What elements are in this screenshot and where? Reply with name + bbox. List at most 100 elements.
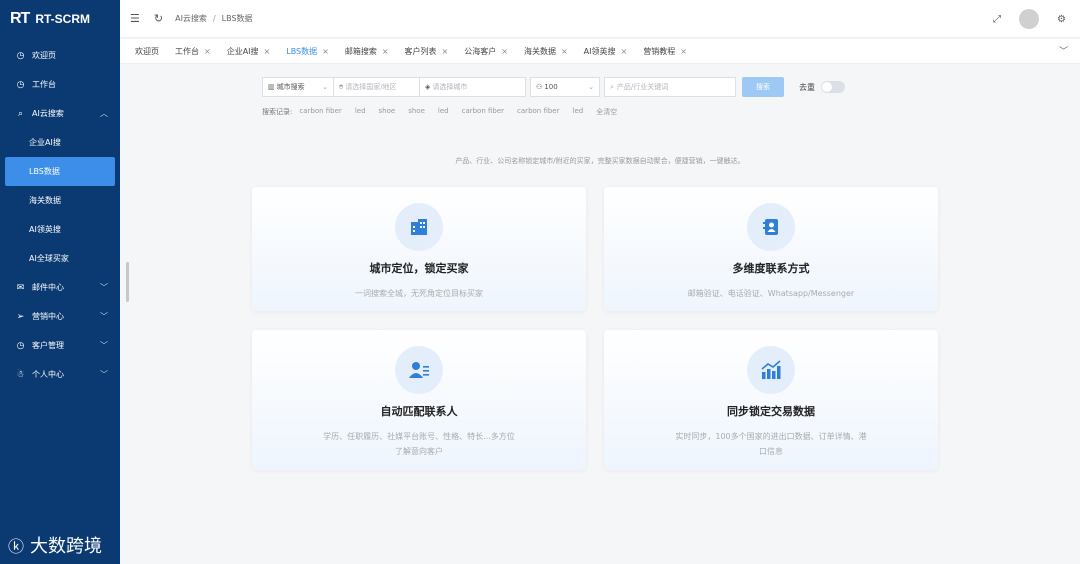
history-item[interactable]: shoe <box>408 107 425 117</box>
sidebar-item-label: 海关数据 <box>29 196 61 205</box>
sidebar-item-label: AI全球买家 <box>29 254 69 263</box>
card-desc: 邮箱验证、电话验证、Whatsapp/Messenger <box>687 289 855 298</box>
close-icon[interactable]: × <box>680 47 687 56</box>
card-title: 城市定位，锁定买家 <box>369 262 469 275</box>
sidebar-item-ai-global-buyers[interactable]: AI全球买家 <box>0 244 120 273</box>
history-item[interactable]: led <box>573 107 584 117</box>
close-icon[interactable]: × <box>204 47 211 56</box>
history-item[interactable]: carbon fiber <box>462 107 504 117</box>
topbar: ☰ ↻ AI云搜索 / LBS数据 ⤢ ⚙ <box>120 0 1080 38</box>
watermark-logo-icon: ⓚ <box>8 539 25 556</box>
history-clear-button[interactable]: 全清空 <box>596 107 617 117</box>
dedup-toggle[interactable] <box>821 81 845 93</box>
tab-public-customers[interactable]: 公海客户 × <box>457 42 515 60</box>
history-item[interactable]: led <box>438 107 449 117</box>
chevron-down-icon[interactable]: ﹀ <box>1059 44 1068 57</box>
feature-card: 多维度联系方式 邮箱验证、电话验证、Whatsapp/Messenger <box>604 187 938 311</box>
breadcrumb-item: LBS数据 <box>221 14 253 23</box>
tab-label: 海关数据 <box>523 46 556 56</box>
tab-marketing-tutorial[interactable]: 营销教程 × <box>636 42 694 60</box>
gear-icon[interactable]: ⚙ <box>1057 14 1066 25</box>
history-item[interactable]: shoe <box>379 107 396 117</box>
card-desc: 一词搜索全城，无死角定位目标买家 <box>355 289 483 298</box>
building-icon: ▥ <box>268 83 275 91</box>
feature-card: 同步锁定交易数据 实时同步，100多个国家的进出口数据、订单详情、港口信息 <box>604 330 938 470</box>
sidebar-item-personal[interactable]: ☃ 个人中心 ﹀ <box>0 360 120 389</box>
tab-label: LBS数据 <box>286 46 318 56</box>
history-item[interactable]: carbon fiber <box>517 107 559 117</box>
search-mode-select[interactable]: ▥ 城市搜索 ⌄ <box>262 77 334 97</box>
tab-customer-list[interactable]: 客户列表 × <box>397 42 456 60</box>
tab-label: 公海客户 <box>464 46 497 56</box>
app-logo[interactable]: RT RT-SCRM <box>0 0 120 38</box>
city-select[interactable]: ◈ 请选择城市 <box>420 77 526 97</box>
sidebar: RT RT-SCRM ◷ 欢迎页 ◷ 工作台 ⌕ AI云搜索 ︿ 企业AI搜 L… <box>0 0 120 564</box>
feature-card: 城市定位，锁定买家 一词搜索全城，无死角定位目标买家 <box>252 187 586 311</box>
tab-email-search[interactable]: 邮箱搜索 × <box>337 42 396 60</box>
close-icon[interactable]: × <box>442 47 449 56</box>
sidebar-scrollbar[interactable] <box>126 262 129 302</box>
chevron-down-icon: ﹀ <box>100 312 108 321</box>
sidebar-item-label: 欢迎页 <box>32 51 56 60</box>
tab-lbs-data[interactable]: LBS数据 × <box>279 42 336 60</box>
menu-toggle-icon[interactable]: ☰ <box>130 12 140 25</box>
people-icon: ⚇ <box>536 83 543 91</box>
send-icon: ➢ <box>16 311 25 322</box>
count-select[interactable]: ⚇ 100 ⌄ <box>530 77 600 97</box>
topbar-actions: ⤢ ⚙ <box>993 9 1066 29</box>
tab-workbench[interactable]: 工作台 × <box>168 42 218 60</box>
sidebar-item-mail-center[interactable]: ✉ 邮件中心 ﹀ <box>0 273 120 302</box>
keyword-input[interactable]: ⌕ 产品/行业关键词 <box>604 77 736 97</box>
close-icon[interactable]: × <box>561 47 568 56</box>
tab-label: AI领英搜 <box>583 46 616 56</box>
sidebar-item-enterprise-ai[interactable]: 企业AI搜 <box>0 128 120 157</box>
search-mode-value: 城市搜索 <box>276 83 305 91</box>
tab-bar: 欢迎页 工作台 × 企业AI搜 × LBS数据 × 邮箱搜索 × 客户列表 × 公海客户 ×… <box>120 39 1080 64</box>
fullscreen-icon[interactable]: ⤢ <box>993 14 1001 25</box>
history-item[interactable]: carbon fiber <box>299 107 341 117</box>
tab-customs-data[interactable]: 海关数据 × <box>516 42 575 60</box>
tab-ai-linkedin[interactable]: AI领英搜 × <box>576 42 635 60</box>
sidebar-item-ai-linkedin[interactable]: AI领英搜 <box>0 215 120 244</box>
sidebar-item-customs-data[interactable]: 海关数据 <box>0 186 120 215</box>
sidebar-item-label: 营销中心 <box>32 312 64 321</box>
tab-label: 企业AI搜 <box>226 46 259 56</box>
breadcrumb: AI云搜索 / LBS数据 <box>175 13 252 24</box>
tab-label: 邮箱搜索 <box>344 46 377 56</box>
tab-label: 客户列表 <box>404 46 437 56</box>
country-select[interactable]: ⌾ 请选择国家/地区 <box>334 77 420 97</box>
count-value: 100 <box>544 83 558 91</box>
card-title: 同步锁定交易数据 <box>727 405 815 418</box>
tab-enterprise-ai[interactable]: 企业AI搜 × <box>219 42 278 60</box>
sidebar-item-ai-search[interactable]: ⌕ AI云搜索 ︿ <box>0 99 120 128</box>
keyword-placeholder: 产品/行业关键词 <box>616 83 669 91</box>
card-desc: 学历、任职履历、社媒平台账号、性格、特长...多方位了解意向客户 <box>323 432 515 456</box>
card-title: 自动匹配联系人 <box>380 405 458 418</box>
person-icon: ☃ <box>16 369 25 380</box>
chevron-up-icon: ︿ <box>100 109 108 118</box>
search-button[interactable]: 搜索 <box>742 77 784 97</box>
sidebar-item-welcome[interactable]: ◷ 欢迎页 <box>0 41 120 70</box>
sidebar-item-marketing[interactable]: ➢ 营销中心 ﹀ <box>0 302 120 331</box>
breadcrumb-item[interactable]: AI云搜索 <box>175 14 207 23</box>
building-icon <box>395 203 443 251</box>
sidebar-item-workbench[interactable]: ◷ 工作台 <box>0 70 120 99</box>
close-icon[interactable]: × <box>382 47 389 56</box>
close-icon[interactable]: × <box>322 47 329 56</box>
history-label: 搜索记录: <box>262 108 293 116</box>
clock-icon: ◷ <box>16 79 25 90</box>
close-icon[interactable]: × <box>264 47 271 56</box>
logo-text: RT-SCRM <box>35 12 90 26</box>
tab-label: 工作台 <box>175 46 199 56</box>
search-icon: ⌕ <box>17 108 24 119</box>
close-icon[interactable]: × <box>621 47 628 56</box>
close-icon[interactable]: × <box>501 47 508 56</box>
history-item[interactable]: led <box>355 107 366 117</box>
watermark-text: 大数跨境 <box>30 536 103 557</box>
refresh-icon[interactable]: ↻ <box>154 12 163 25</box>
city-icon: ◈ <box>425 83 431 91</box>
sidebar-item-customers[interactable]: ◷ 客户管理 ﹀ <box>0 331 120 360</box>
avatar[interactable] <box>1019 9 1040 29</box>
chevron-down-icon: ⌄ <box>322 83 328 91</box>
tab-welcome[interactable]: 欢迎页 <box>128 42 166 60</box>
